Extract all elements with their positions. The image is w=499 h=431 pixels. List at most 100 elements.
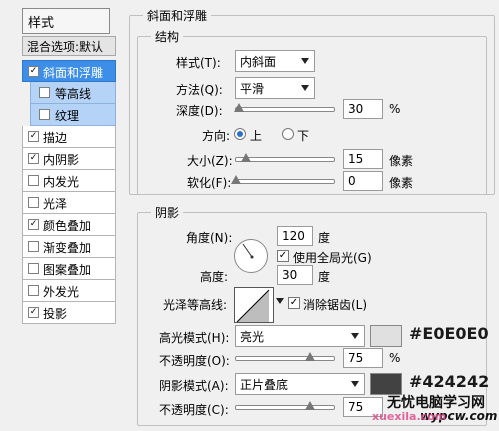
style-item-checkbox[interactable]: ✓ [28,219,39,230]
shadow-opacity-slider-thumb[interactable] [304,401,315,410]
depth-slider-thumb[interactable] [233,103,244,112]
style-item-3[interactable]: ✓ 描边 [22,126,116,148]
shadow-mode-select[interactable]: 正片叠底 [235,373,365,395]
direction-down-label: 下 [297,129,310,143]
style-item-checkbox[interactable]: ✓ [28,131,39,142]
style-item-checkbox[interactable] [39,87,50,98]
size-slider[interactable] [235,153,335,162]
direction-up-radio[interactable] [234,128,246,140]
style-item-6[interactable]: 光泽 [22,192,116,214]
technique-label: 方法(Q): [176,83,223,97]
style-item-checkbox[interactable] [39,109,50,120]
direction-label: 方向: [202,129,231,143]
structure-group-title: 结构 [151,28,184,45]
watermark-domain-secondary: xuexila.com [372,410,447,423]
chevron-down-icon [301,58,309,64]
blend-options-row[interactable]: 混合选项:默认 [22,36,116,56]
style-item-label: 投影 [43,307,68,321]
size-unit: 像素 [389,154,414,168]
style-item-checkbox[interactable] [28,197,39,208]
blend-options-label: 混合选项:默认 [27,40,104,54]
bevel-group-title: 斜面和浮雕 [143,7,212,24]
style-item-label: 斜面和浮雕 [43,66,104,80]
chevron-down-icon [351,333,359,339]
angle-input[interactable]: 120 [277,226,313,246]
style-item-checkbox[interactable]: ✓ [28,153,39,164]
style-item-4[interactable]: ✓ 内阴影 [22,148,116,170]
technique-select-value: 平滑 [240,82,265,96]
technique-select[interactable]: 平滑 [235,77,315,99]
soften-input[interactable]: 0 [343,171,383,191]
depth-unit: % [389,102,401,116]
style-item-checkbox[interactable]: ✓ [28,66,39,77]
chevron-down-icon [301,85,309,91]
style-item-1[interactable]: 等高线 [30,82,116,104]
shading-group-title: 阴影 [151,204,184,221]
altitude-label: 高度: [200,270,229,284]
style-item-10[interactable]: 外发光 [22,280,116,302]
global-light-label: 使用全局光(G) [293,251,372,265]
style-item-9[interactable]: 图案叠加 [22,258,116,280]
style-item-label: 等高线 [55,87,92,101]
gloss-contour-dropdown-icon[interactable] [276,298,284,304]
size-slider-thumb[interactable] [240,153,251,162]
style-item-label: 渐变叠加 [43,241,92,255]
angle-label: 角度(N): [186,231,233,245]
size-input[interactable]: 15 [343,149,383,169]
antialias-checkbox[interactable]: ✓ [288,297,300,309]
highlight-mode-label: 高光模式(H): [159,331,230,345]
style-item-0[interactable]: ✓ 斜面和浮雕 [22,60,116,82]
highlight-opacity-slider-thumb[interactable] [304,352,315,361]
soften-unit: 像素 [389,176,414,190]
shadow-mode-value: 正片叠底 [240,378,289,392]
angle-unit: 度 [318,231,331,245]
style-item-label: 图案叠加 [43,263,92,277]
style-item-checkbox[interactable] [28,285,39,296]
style-item-11[interactable]: ✓ 投影 [22,302,116,324]
direction-up-label: 上 [250,129,263,143]
shadow-hex-label: #424242 [409,372,490,391]
depth-input[interactable]: 30 [343,99,383,119]
direction-down-radio[interactable] [282,128,294,140]
style-item-5[interactable]: 内发光 [22,170,116,192]
soften-slider[interactable] [231,175,335,184]
style-item-label: 光泽 [43,197,68,211]
highlight-mode-select[interactable]: 亮光 [235,325,365,347]
style-item-label: 描边 [43,131,68,145]
style-item-checkbox[interactable]: ✓ [28,307,39,318]
highlight-opacity-input[interactable]: 75 [343,348,383,368]
soften-slider-thumb[interactable] [231,175,241,184]
style-item-7[interactable]: ✓ 颜色叠加 [22,214,116,236]
angle-dial[interactable] [234,239,268,273]
depth-label: 深度(D): [176,104,223,118]
shadow-opacity-label: 不透明度(C): [159,403,229,417]
radio-selected-dot [237,131,243,137]
highlight-opacity-slider[interactable] [235,352,335,361]
gloss-contour-picker[interactable] [234,287,274,323]
styles-header-label: 样式 [28,16,55,31]
style-item-checkbox[interactable] [28,175,39,186]
shadow-opacity-slider[interactable] [235,401,335,410]
highlight-color-swatch[interactable] [370,325,402,347]
style-label: 样式(T): [176,56,221,70]
antialias-label: 消除锯齿(L) [303,298,368,312]
depth-slider[interactable] [233,103,335,112]
gloss-contour-graphic [236,289,270,322]
highlight-opacity-label: 不透明度(O): [159,354,230,368]
highlight-opacity-unit: % [389,351,401,365]
altitude-unit: 度 [318,270,331,284]
style-item-checkbox[interactable] [28,241,39,252]
style-item-checkbox[interactable] [28,263,39,274]
styles-header[interactable]: 样式 [22,8,110,34]
angle-dial-graphic [242,243,254,259]
highlight-mode-value: 亮光 [240,330,265,344]
highlight-hex-label: #E0E0E0 [409,324,489,343]
style-select[interactable]: 内斜面 [235,50,315,72]
altitude-input[interactable]: 30 [277,265,313,285]
global-light-checkbox[interactable]: ✓ [277,250,289,262]
style-item-label: 纹理 [55,109,80,123]
styles-panel: 样式 混合选项:默认 ✓ 斜面和浮雕等高线纹理 ✓ 描边 ✓ 内阴影 内发光光泽 ✓ 颜色叠加渐… [0,0,125,431]
style-item-8[interactable]: 渐变叠加 [22,236,116,258]
style-item-2[interactable]: 纹理 [30,104,116,126]
style-item-label: 颜色叠加 [43,219,92,233]
